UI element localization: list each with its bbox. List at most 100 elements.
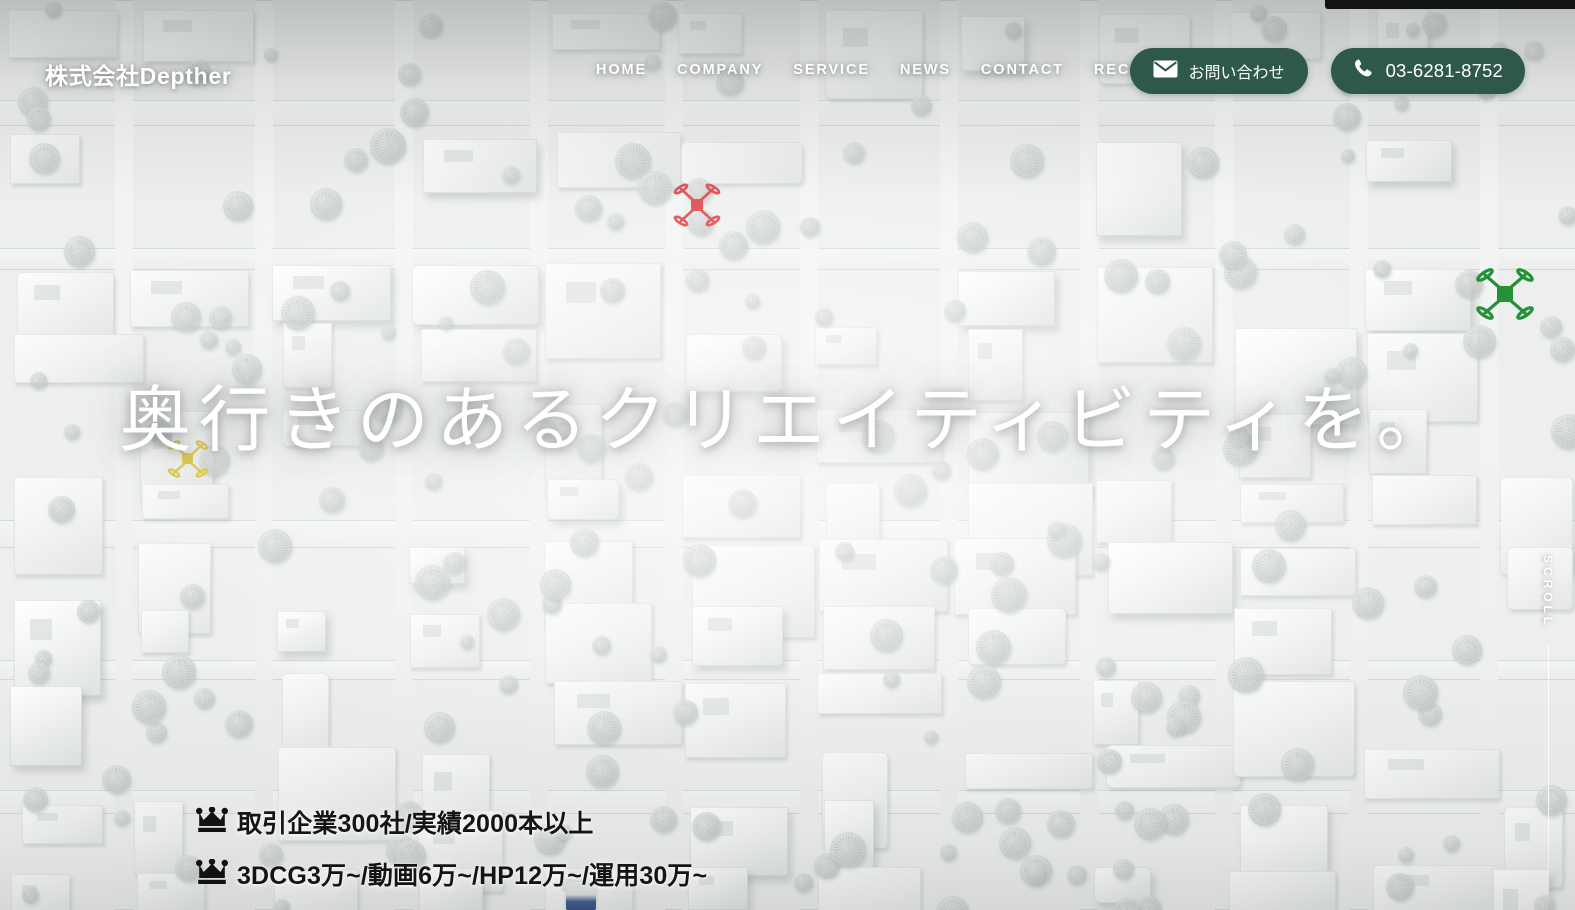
tree bbox=[1414, 575, 1437, 598]
stat-text: 3DCG3万~/動画6万~/HP12万~/運用30万~ bbox=[237, 862, 708, 890]
tree bbox=[686, 269, 709, 292]
tree bbox=[1275, 510, 1306, 541]
tree bbox=[319, 487, 345, 513]
tree bbox=[1252, 549, 1286, 583]
building-block bbox=[14, 477, 103, 575]
tree bbox=[424, 712, 455, 743]
tree bbox=[870, 619, 903, 652]
tree bbox=[200, 331, 218, 349]
building-block bbox=[1366, 140, 1452, 182]
building-block bbox=[1372, 475, 1477, 525]
building-block bbox=[1364, 749, 1500, 799]
building-block bbox=[142, 484, 229, 519]
top-right-notch bbox=[1325, 0, 1575, 9]
nav-item-service[interactable]: SERVICE bbox=[793, 62, 870, 78]
tree bbox=[225, 339, 241, 355]
tree bbox=[1167, 327, 1201, 361]
tree bbox=[460, 635, 474, 649]
tree bbox=[223, 191, 253, 221]
tree bbox=[1166, 718, 1185, 737]
building-block bbox=[692, 606, 783, 666]
tree bbox=[48, 496, 75, 523]
tree bbox=[28, 662, 50, 684]
tree bbox=[1540, 316, 1562, 338]
building-block bbox=[1507, 547, 1573, 610]
nav-label: CONTACT bbox=[980, 62, 1064, 78]
phone-icon bbox=[1353, 58, 1375, 85]
tree bbox=[638, 171, 672, 205]
tree bbox=[976, 630, 1011, 665]
building-block bbox=[11, 874, 70, 910]
nav-item-news[interactable]: NEWS bbox=[900, 62, 951, 78]
tree bbox=[1134, 808, 1166, 840]
tree bbox=[503, 338, 530, 365]
tree bbox=[999, 827, 1031, 859]
tree bbox=[1047, 810, 1075, 838]
tree bbox=[443, 552, 465, 574]
tree bbox=[132, 690, 166, 724]
crown-icon bbox=[196, 805, 228, 838]
nav-item-home[interactable]: HOME bbox=[596, 62, 647, 78]
building-block bbox=[965, 753, 1093, 789]
tree bbox=[415, 565, 450, 600]
tree bbox=[894, 474, 927, 507]
stat-row: 3DCG3万~/動画6万~/HP12万~/運用30万~ bbox=[196, 856, 707, 892]
nav-label: SERVICE bbox=[793, 62, 870, 78]
tree bbox=[1096, 657, 1116, 677]
tree bbox=[381, 325, 396, 340]
tree bbox=[1092, 553, 1110, 571]
building-block bbox=[547, 479, 619, 520]
tree bbox=[146, 722, 167, 743]
hero-stats: 取引企業300社/実績2000本以上 3DCG3万~/動画6万~/HP12万~/… bbox=[196, 804, 707, 892]
building-block bbox=[815, 327, 877, 365]
tree bbox=[1228, 657, 1264, 693]
tree bbox=[1104, 259, 1138, 293]
stat-row: 取引企業300社/実績2000本以上 bbox=[196, 804, 707, 840]
tree bbox=[1284, 224, 1305, 245]
tree bbox=[1398, 847, 1414, 863]
nav-item-company[interactable]: COMPANY bbox=[677, 62, 763, 78]
tree bbox=[586, 755, 619, 788]
tree bbox=[940, 844, 957, 861]
crown-icon bbox=[196, 857, 228, 890]
tree bbox=[274, 899, 290, 910]
building-block bbox=[423, 139, 537, 193]
building-block bbox=[1096, 142, 1182, 236]
tree bbox=[194, 688, 215, 709]
tree bbox=[991, 577, 1027, 613]
tree bbox=[540, 569, 571, 600]
tree bbox=[1067, 865, 1087, 885]
tree bbox=[835, 542, 854, 561]
tree bbox=[967, 665, 1001, 699]
tree bbox=[673, 700, 698, 725]
tree bbox=[587, 711, 621, 745]
tree bbox=[728, 489, 757, 518]
tree bbox=[600, 278, 625, 303]
tree bbox=[1443, 835, 1460, 852]
building-block bbox=[545, 263, 661, 359]
tree bbox=[64, 236, 95, 267]
building-block bbox=[958, 271, 1055, 326]
building-block bbox=[685, 683, 786, 758]
contact-button-label: お問い合わせ bbox=[1188, 65, 1285, 82]
contact-button[interactable]: お問い合わせ bbox=[1129, 48, 1308, 94]
tree bbox=[745, 294, 760, 309]
drone-green-icon bbox=[1476, 268, 1534, 320]
building-block bbox=[141, 610, 189, 653]
site-logo[interactable]: 株式会社Depther bbox=[45, 57, 232, 91]
scroll-indicator[interactable]: SCROLL bbox=[1541, 555, 1555, 899]
telephone-button[interactable]: 03-6281-8752 bbox=[1330, 48, 1525, 94]
tree bbox=[575, 195, 602, 222]
tree bbox=[171, 302, 201, 332]
tree bbox=[499, 675, 518, 694]
mail-icon bbox=[1153, 60, 1178, 83]
nav-item-contact[interactable]: CONTACT bbox=[981, 62, 1064, 78]
tree bbox=[1027, 237, 1056, 266]
tree bbox=[843, 142, 865, 164]
tree bbox=[995, 798, 1021, 824]
tree bbox=[180, 584, 205, 609]
tree bbox=[258, 529, 292, 563]
tree bbox=[209, 306, 232, 329]
tree bbox=[830, 832, 866, 868]
tree bbox=[815, 308, 833, 326]
